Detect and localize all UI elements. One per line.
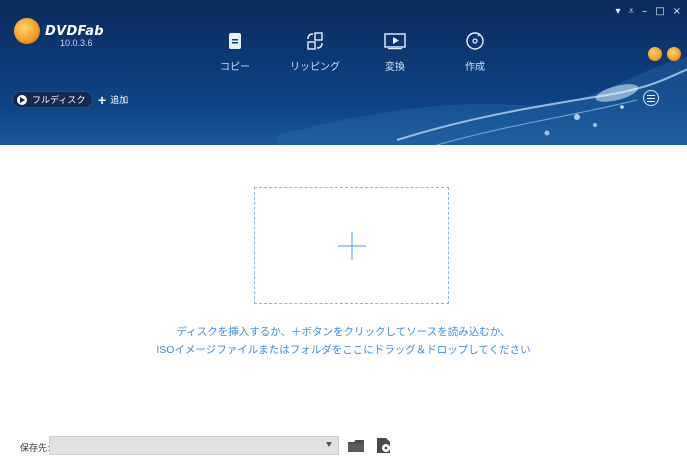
save-location-label: 保存先: [20,443,50,453]
ripping-icon [275,28,355,54]
task-list-button[interactable] [643,90,659,106]
add-source-button[interactable]: + 追加 [98,91,128,108]
header-banner: DVDFab 10.0.3.6 コピー リッピング 変換 作成 ▾ ⩡ – □ … [0,0,687,145]
drop-hint-line1: ディスクを挿入するか、＋ボタンをクリックしてソースを読み込むか、 [176,326,511,338]
tab-ripping-label: リッピング [290,62,340,73]
header-side-icons [648,47,681,61]
convert-icon [355,28,435,54]
chevron-down-icon[interactable] [326,442,332,447]
dvdfab-mascot-icon [14,18,40,44]
minimize-button[interactable]: – [642,6,647,17]
add-plus-icon [337,231,366,260]
folder-icon[interactable] [347,438,365,454]
settings-menu-icon[interactable]: ⩡ [629,6,635,17]
window-controls: ▾ ⩡ – □ × [615,6,681,17]
full-disc-label: フルディスク [32,95,86,105]
tab-convert-label: 変換 [385,62,405,73]
filter-dropdown-icon[interactable]: ▾ [615,6,620,17]
mascot-icon[interactable] [648,47,662,61]
tab-create[interactable]: 作成 [435,28,515,73]
tab-convert[interactable]: 変換 [355,28,435,73]
tab-copy-label: コピー [220,62,250,73]
logo-text: DVDFab [45,23,104,39]
tab-create-label: 作成 [465,62,485,73]
save-path-combobox[interactable] [49,436,339,455]
full-disc-button[interactable]: フルディスク [12,91,94,108]
app-version: 10.0.3.6 [60,38,93,48]
list-icon [647,97,655,99]
search-mascot-icon[interactable] [667,47,681,61]
drop-hint-line2: ISOイメージファイルまたはフォルダをここにドラッグ＆ドロップしてください [156,344,531,356]
source-drop-zone[interactable] [254,187,449,304]
add-label: 追加 [110,95,129,105]
close-button[interactable]: × [673,6,681,17]
copy-icon [195,28,275,54]
create-icon [435,28,515,54]
dvdfab-window: DVDFab 10.0.3.6 コピー リッピング 変換 作成 ▾ ⩡ – □ … [0,0,687,457]
plus-icon: + [98,91,107,108]
maximize-button[interactable]: □ [655,6,664,17]
iso-file-icon[interactable] [375,437,393,454]
tab-ripping[interactable]: リッピング [275,28,355,73]
tab-copy[interactable]: コピー [195,28,275,73]
play-circle-icon [17,94,27,105]
main-tabs: コピー リッピング 変換 作成 [195,28,515,73]
